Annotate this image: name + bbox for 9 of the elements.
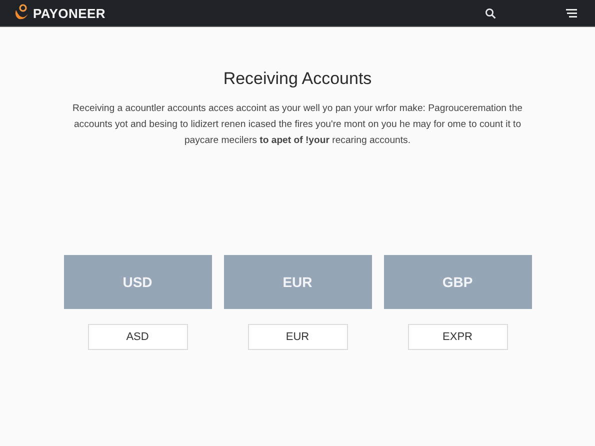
logo-icon [13, 4, 29, 22]
search-icon[interactable] [485, 8, 496, 18]
description-text: Receiving a acountler accounts acces accoint as your well yo pan your wrfor make: Pagrouceremation the accounts yot and besing to lidizert renen icased the fires you're mont on you he may for ome to count it to paycare mecilers to apet of !your recaring accounts. [71, 102, 524, 148]
logo-text[interactable]: PAYONEER [33, 6, 106, 20]
menu-icon[interactable] [566, 8, 577, 18]
account-button[interactable]: EXPR [408, 324, 508, 350]
account-button[interactable]: ASD [88, 324, 188, 350]
page-title: Receiving Accounts [223, 69, 372, 89]
account-button[interactable]: EUR [248, 324, 348, 350]
